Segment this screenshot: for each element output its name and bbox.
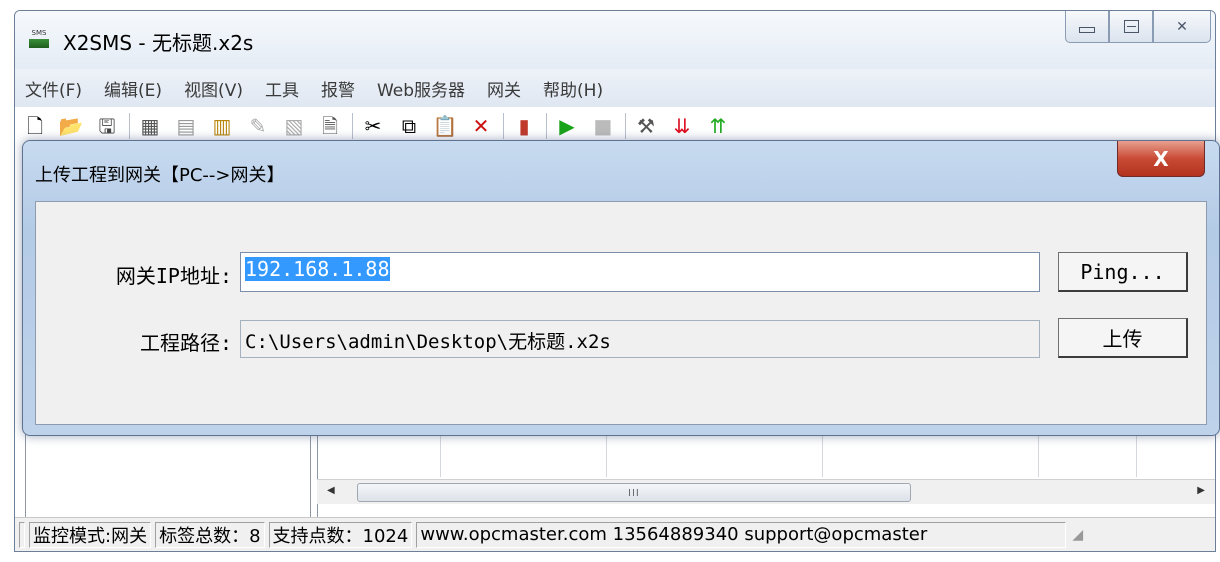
properties-icon[interactable]: 🗎 bbox=[316, 114, 344, 138]
status-point-count: 支持点数：1024 bbox=[268, 521, 413, 548]
title-bar: SMS X2SMS - 无标题.x2s ✕ bbox=[15, 11, 1215, 69]
stop-icon[interactable]: ■ bbox=[589, 114, 617, 138]
maximize-button[interactable] bbox=[1109, 11, 1153, 43]
device-add-icon[interactable]: ▤ bbox=[172, 114, 200, 138]
menu-web-server[interactable]: Web服务器 bbox=[377, 76, 465, 101]
ping-button[interactable]: Ping... bbox=[1058, 252, 1188, 292]
toolbar-separator bbox=[546, 113, 547, 139]
minimize-button[interactable] bbox=[1065, 11, 1109, 43]
maximize-icon bbox=[1123, 20, 1139, 33]
dialog-close-button[interactable]: X bbox=[1117, 141, 1205, 177]
upload-button[interactable]: 上传 bbox=[1058, 318, 1188, 358]
horizontal-scrollbar[interactable]: ◀ III ▶ bbox=[317, 479, 1215, 504]
delete-icon[interactable]: ✕ bbox=[467, 114, 495, 138]
toolbar-separator bbox=[352, 113, 353, 139]
scroll-thumb[interactable]: III bbox=[357, 483, 911, 502]
grid-divider bbox=[606, 431, 607, 477]
close-icon: ✕ bbox=[1176, 18, 1188, 35]
menu-bar: 文件(F) 编辑(E) 视图(V) 工具 报警 Web服务器 网关 帮助(H) bbox=[15, 69, 1215, 107]
ip-value: 192.168.1.88 bbox=[245, 257, 390, 281]
menu-help[interactable]: 帮助(H) bbox=[543, 76, 603, 101]
status-cell-first bbox=[19, 521, 25, 548]
tag-group-icon[interactable]: ▥ bbox=[208, 114, 236, 138]
chart-icon[interactable]: ▮ bbox=[510, 114, 538, 138]
copy-icon[interactable]: ⧉ bbox=[395, 114, 423, 138]
menu-gateway[interactable]: 网关 bbox=[487, 76, 521, 101]
run-icon[interactable]: ▶ bbox=[553, 114, 581, 138]
close-button[interactable]: ✕ bbox=[1153, 11, 1211, 43]
grid-divider bbox=[1136, 431, 1137, 477]
tree-pane[interactable] bbox=[25, 431, 311, 527]
path-label: 工程路径: bbox=[139, 331, 232, 355]
resize-grip-icon[interactable]: ◢ bbox=[1072, 527, 1083, 543]
toolbar-separator bbox=[129, 113, 130, 139]
ip-label: 网关IP地址: bbox=[115, 264, 232, 288]
app-icon-text: SMS bbox=[31, 29, 47, 37]
upload-dialog: 上传工程到网关【PC-->网关】 X 网关IP地址: 192.168.1.88 … bbox=[22, 140, 1220, 436]
menu-tools[interactable]: 工具 bbox=[265, 76, 299, 101]
scroll-grip: III bbox=[628, 488, 640, 499]
device-icon[interactable]: ▦ bbox=[136, 114, 164, 138]
dialog-title: 上传工程到网关【PC-->网关】 bbox=[35, 165, 285, 186]
window-title: X2SMS - 无标题.x2s bbox=[63, 31, 254, 55]
upload-icon[interactable]: ⇈ bbox=[704, 114, 732, 138]
grid-divider bbox=[440, 431, 441, 477]
new-file-icon[interactable]: 🗋 bbox=[21, 114, 49, 138]
open-folder-icon[interactable]: 📂 bbox=[57, 114, 85, 138]
status-contact: www.opcmaster.com 13564889340 support@op… bbox=[416, 521, 1067, 548]
grid-divider bbox=[1038, 431, 1039, 477]
sms-app-icon: SMS bbox=[29, 29, 49, 49]
scroll-right-icon[interactable]: ▶ bbox=[1197, 485, 1205, 496]
tools-icon[interactable]: ⚒ bbox=[632, 114, 660, 138]
status-bar: 监控模式:网关 标签总数：8 支持点数：1024 www.opcmaster.c… bbox=[15, 517, 1215, 551]
paste-icon[interactable]: 📋 bbox=[431, 114, 459, 138]
download-icon[interactable]: ⇊ bbox=[668, 114, 696, 138]
tag-grid[interactable] bbox=[317, 431, 1215, 525]
save-icon[interactable]: 🖫 bbox=[93, 114, 121, 138]
caption-buttons: ✕ bbox=[1065, 11, 1211, 47]
scroll-left-icon[interactable]: ◀ bbox=[327, 485, 335, 496]
menu-file[interactable]: 文件(F) bbox=[25, 76, 82, 101]
status-tag-count: 标签总数：8 bbox=[155, 521, 265, 548]
grid-divider bbox=[822, 431, 823, 477]
toolbar-separator bbox=[625, 113, 626, 139]
project-path-field: C:\Users\admin\Desktop\无标题.x2s bbox=[240, 320, 1040, 358]
status-mode: 监控模式:网关 bbox=[29, 521, 152, 548]
gateway-ip-input[interactable]: 192.168.1.88 bbox=[240, 252, 1040, 292]
menu-edit[interactable]: 编辑(E) bbox=[104, 76, 162, 101]
toolbar-separator bbox=[503, 113, 504, 139]
cut-icon[interactable]: ✂ bbox=[359, 114, 387, 138]
tag-icon[interactable]: ✎ bbox=[244, 114, 272, 138]
dialog-body: 网关IP地址: 192.168.1.88 Ping... 工程路径: C:\Us… bbox=[35, 201, 1207, 425]
menu-view[interactable]: 视图(V) bbox=[184, 76, 243, 101]
minimize-icon bbox=[1079, 26, 1095, 33]
tag-batch-icon[interactable]: ▧ bbox=[280, 114, 308, 138]
menu-alarm[interactable]: 报警 bbox=[321, 76, 355, 101]
